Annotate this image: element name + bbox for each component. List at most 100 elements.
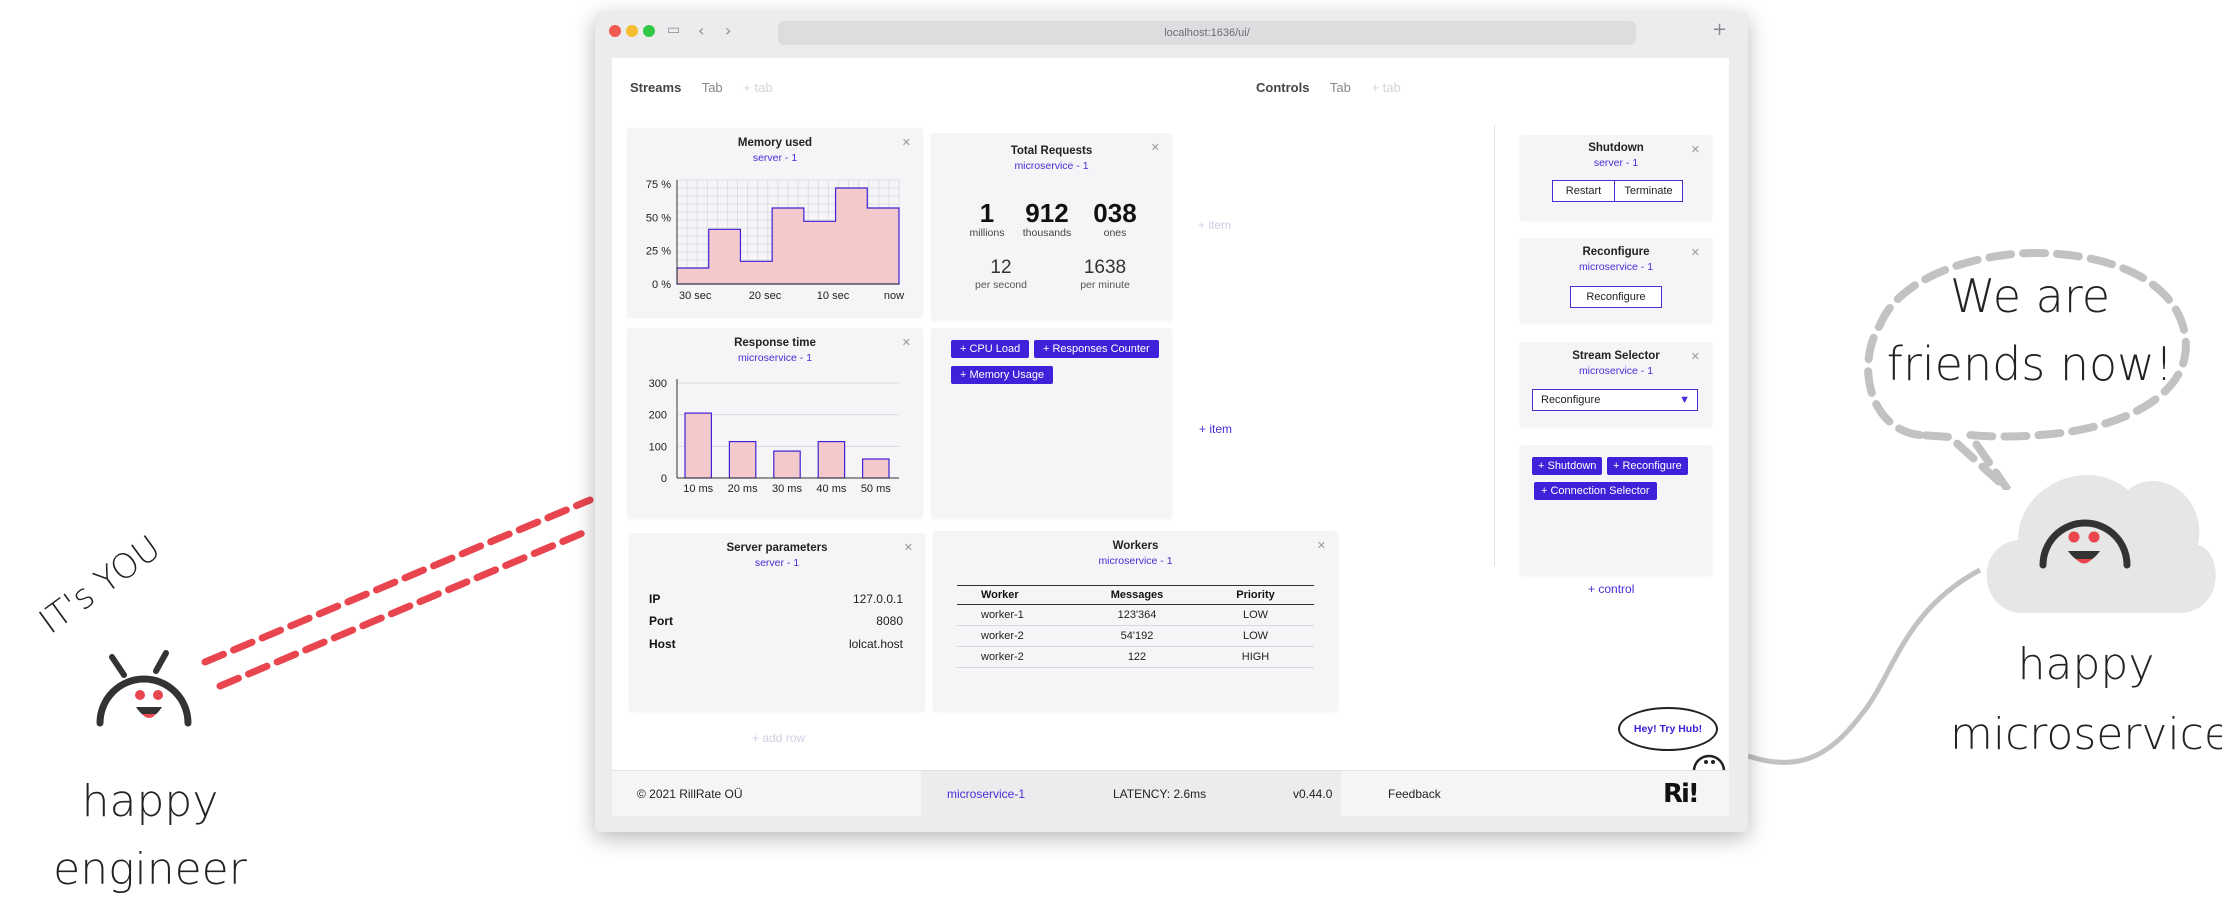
y-tick-label: 75 % bbox=[646, 179, 671, 191]
add-row-button[interactable]: + add row bbox=[752, 731, 805, 745]
close-icon[interactable]: ✕ bbox=[1691, 246, 1700, 259]
x-tick-label: 20 ms bbox=[728, 483, 758, 495]
reconfigure-button[interactable]: Reconfigure bbox=[1570, 286, 1662, 308]
close-icon[interactable]: ✕ bbox=[904, 541, 913, 554]
close-icon[interactable]: ✕ bbox=[1691, 143, 1700, 156]
x-tick-label: 30 sec bbox=[679, 290, 712, 302]
add-memory-usage-button[interactable]: + Memory Usage bbox=[951, 366, 1054, 384]
add-tab-button[interactable]: + tab bbox=[743, 80, 772, 95]
streams-tabs: Streams Tab + tab bbox=[630, 80, 790, 95]
tab-streams[interactable]: Streams bbox=[630, 80, 681, 95]
its-you-label: IT's YOU bbox=[31, 527, 169, 643]
forward-icon[interactable]: › bbox=[725, 21, 731, 40]
new-tab-icon[interactable]: + bbox=[1712, 19, 1727, 40]
requests-per-minute-label: per minute bbox=[1080, 279, 1130, 291]
param-host-value: lolcat.host bbox=[848, 637, 903, 651]
url-bar[interactable]: localhost:1636/ui/ bbox=[778, 21, 1636, 45]
footer: © 2021 RillRate OÜ microservice-1 LATENC… bbox=[612, 770, 1729, 817]
add-item-button[interactable]: + item bbox=[1199, 422, 1232, 436]
memory-card: Memory used server - 1 ✕ 75 % 50 % 25 % 0 %… bbox=[627, 128, 923, 317]
add-control-button[interactable]: + control bbox=[1588, 582, 1634, 596]
table-cell: 122 bbox=[1077, 646, 1197, 668]
tab-controls-tab[interactable]: Tab bbox=[1330, 80, 1351, 95]
footer-service-link[interactable]: microservice-1 bbox=[947, 771, 1025, 817]
x-tick-label: 30 ms bbox=[772, 483, 802, 495]
stream-selector-dropdown[interactable]: Reconfigure ▼ bbox=[1532, 389, 1698, 411]
requests-ones-value: 038 bbox=[1093, 198, 1137, 228]
table-cell: 123'364 bbox=[1077, 604, 1197, 626]
window-zoom-button[interactable] bbox=[643, 25, 655, 37]
param-port-key: Port bbox=[649, 614, 673, 628]
footer-copyright: © 2021 RillRate OÜ bbox=[637, 787, 743, 801]
speech-text-line1: We are bbox=[1949, 269, 2111, 323]
microservice-label: happy microservice bbox=[1950, 630, 2222, 770]
streams-chips-card: + CPU Load + Responses Counter + Memory … bbox=[931, 328, 1172, 518]
add-shutdown-button[interactable]: + Shutdown bbox=[1532, 457, 1603, 475]
requests-card-subtitle: microservice - 1 bbox=[1014, 160, 1089, 172]
table-cell: worker-1 bbox=[957, 604, 1077, 626]
table-cell: LOW bbox=[1197, 604, 1314, 626]
requests-per-second-label: per second bbox=[975, 279, 1027, 291]
controls-chips-card: + Shutdown + Reconfigure + Connection Se… bbox=[1520, 445, 1712, 575]
x-tick-label: now bbox=[884, 290, 904, 302]
requests-millions-label: millions bbox=[969, 227, 1005, 239]
back-icon[interactable]: ‹ bbox=[698, 21, 704, 40]
bar bbox=[817, 440, 846, 479]
y-tick-label: 200 bbox=[649, 410, 667, 422]
sidebar-toggle-icon[interactable]: ▭ bbox=[667, 22, 680, 38]
browser-window: ▭ ‹ › localhost:1636/ui/ + Streams Tab +… bbox=[595, 12, 1748, 832]
microservice-label-line1: happy bbox=[2017, 639, 2155, 690]
y-tick-label: 25 % bbox=[646, 246, 671, 258]
requests-card: Total Requests microservice - 1 ✕ 1 mill… bbox=[931, 133, 1172, 320]
selector-card: Stream Selector microservice - 1 ✕ Recon… bbox=[1520, 342, 1712, 427]
close-icon[interactable]: ✕ bbox=[1151, 141, 1160, 154]
y-tick-label: 300 bbox=[649, 378, 667, 390]
shutdown-card-title: Shutdown bbox=[1588, 142, 1644, 154]
restart-button[interactable]: Restart bbox=[1552, 180, 1615, 202]
param-host-key: Host bbox=[649, 637, 676, 651]
add-responses-counter-button[interactable]: + Responses Counter bbox=[1034, 340, 1159, 358]
browser-titlebar: ▭ ‹ › localhost:1636/ui/ + bbox=[595, 12, 1748, 58]
table-cell: 54'192 bbox=[1077, 625, 1197, 647]
server-card-subtitle: server - 1 bbox=[754, 557, 800, 569]
engineer-label-line1: happy bbox=[81, 776, 219, 827]
footer-feedback-link[interactable]: Feedback bbox=[1388, 771, 1441, 817]
reconfigure-card: Reconfigure microservice - 1 ✕ Reconfigu… bbox=[1520, 238, 1712, 323]
speech-text: We are friends now! bbox=[1880, 262, 2180, 398]
requests-per-second: 12 per second bbox=[961, 257, 1041, 291]
terminate-button[interactable]: Terminate bbox=[1614, 180, 1683, 202]
hub-bubble[interactable]: Hey! Try Hub! bbox=[1618, 707, 1718, 751]
param-port-value: 8080 bbox=[876, 614, 903, 628]
workers-col-messages: Messages bbox=[1077, 585, 1197, 605]
y-tick-label: 100 bbox=[649, 441, 667, 453]
tab-controls[interactable]: Controls bbox=[1256, 80, 1309, 95]
engineer-robot-icon bbox=[96, 650, 192, 727]
add-cpu-load-button[interactable]: + CPU Load bbox=[951, 340, 1030, 358]
table-cell: LOW bbox=[1197, 625, 1314, 647]
x-tick-label: 40 ms bbox=[816, 483, 846, 495]
x-tick-label: 10 sec bbox=[817, 290, 850, 302]
requests-millions-value: 1 bbox=[979, 198, 995, 228]
window-minimize-button[interactable] bbox=[626, 25, 638, 37]
window-close-button[interactable] bbox=[609, 25, 621, 37]
rillrate-logo: Ri! bbox=[1663, 779, 1700, 809]
requests-ones: 038 ones bbox=[1083, 199, 1147, 239]
add-connection-selector-button[interactable]: + Connection Selector bbox=[1534, 482, 1657, 500]
add-reconfigure-button[interactable]: + Reconfigure bbox=[1607, 457, 1688, 475]
requests-thousands-value: 912 bbox=[1025, 198, 1069, 228]
close-icon[interactable]: ✕ bbox=[1317, 539, 1326, 552]
workers-card: Workers microservice - 1 ✕ Worker Messag… bbox=[933, 531, 1338, 711]
add-controls-tab-button[interactable]: + tab bbox=[1371, 80, 1400, 95]
table-row: worker-1 123'364 LOW bbox=[957, 604, 1314, 626]
microservice-label-line2: microservice bbox=[1950, 709, 2222, 760]
add-item-top-button[interactable]: + item bbox=[1198, 218, 1231, 232]
table-cell: worker-2 bbox=[957, 625, 1077, 647]
memory-chart: 75 % 50 % 25 % 0 % 30 sec 20 sec 10 sec now bbox=[646, 179, 904, 302]
app-viewport: Streams Tab + tab Controls Tab + tab Mem… bbox=[612, 58, 1729, 817]
y-tick-label: 0 bbox=[661, 473, 667, 485]
server-card: Server parameters server - 1 ✕ IP 127.0.… bbox=[629, 533, 925, 711]
tab-tab[interactable]: Tab bbox=[702, 80, 723, 95]
x-tick-label: 20 sec bbox=[749, 290, 782, 302]
close-icon[interactable]: ✕ bbox=[1691, 350, 1700, 363]
requests-per-minute-value: 1638 bbox=[1083, 257, 1127, 278]
